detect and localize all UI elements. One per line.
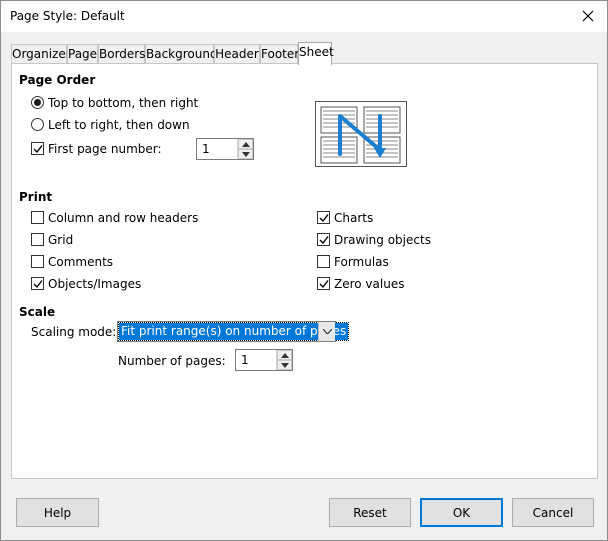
checkmark-icon — [33, 280, 43, 289]
reset-button[interactable]: Reset — [329, 498, 411, 527]
zero-values-label[interactable]: Zero values — [334, 277, 404, 291]
spin-down-button[interactable] — [238, 149, 253, 159]
spin-up-button[interactable] — [238, 139, 253, 149]
drawing-objects-checkbox[interactable] — [317, 233, 330, 246]
spin-up-icon — [242, 142, 250, 147]
tab-background[interactable]: Background — [145, 44, 218, 64]
formulas-label[interactable]: Formulas — [334, 255, 389, 269]
top-to-bottom-label[interactable]: Top to bottom, then right — [48, 96, 198, 110]
spin-down-icon — [242, 152, 250, 157]
checkmark-icon — [319, 280, 329, 289]
number-of-pages-spinner[interactable]: 1 — [235, 349, 293, 371]
page-order-preview — [315, 101, 407, 167]
spin-up-icon — [281, 353, 289, 358]
scaling-mode-value[interactable]: Fit print range(s) on number of pages — [117, 322, 350, 341]
page-order-heading: Page Order — [19, 73, 96, 87]
page-style-dialog: Page Style: Default Organizer Page Borde… — [0, 0, 608, 541]
close-button[interactable] — [575, 4, 601, 28]
tab-page[interactable]: Page — [67, 44, 98, 64]
grid-label[interactable]: Grid — [48, 233, 73, 247]
top-to-bottom-radio[interactable] — [31, 96, 44, 109]
checkmark-icon — [319, 214, 329, 223]
first-page-number-spinner[interactable]: 1 — [196, 138, 254, 160]
checkmark-icon — [33, 145, 43, 154]
checkmark-icon — [319, 236, 329, 245]
print-heading: Print — [19, 190, 53, 204]
first-page-number-value[interactable]: 1 — [202, 142, 210, 156]
scaling-mode-label: Scaling mode: — [31, 325, 117, 339]
spin-down-icon — [281, 363, 289, 368]
chevron-down-icon — [323, 329, 332, 334]
zero-values-checkbox[interactable] — [317, 277, 330, 290]
spin-up-button[interactable] — [277, 350, 292, 360]
tab-organizer[interactable]: Organizer — [11, 44, 71, 64]
objects-images-checkbox[interactable] — [31, 277, 44, 290]
number-of-pages-label: Number of pages: — [118, 354, 226, 368]
first-page-number-label[interactable]: First page number: — [48, 142, 162, 156]
formulas-checkbox[interactable] — [317, 255, 330, 268]
number-of-pages-value[interactable]: 1 — [241, 353, 249, 367]
ok-button[interactable]: OK — [420, 498, 503, 527]
objects-images-label[interactable]: Objects/Images — [48, 277, 141, 291]
title-bar: Page Style: Default — [1, 1, 607, 32]
left-to-right-label[interactable]: Left to right, then down — [48, 118, 190, 132]
drawing-objects-label[interactable]: Drawing objects — [334, 233, 431, 247]
tab-header[interactable]: Header — [214, 44, 260, 64]
help-button[interactable]: Help — [16, 498, 99, 527]
scaling-mode-dropdown[interactable]: Fit print range(s) on number of pages — [117, 321, 350, 342]
close-icon — [582, 10, 594, 22]
first-page-number-checkbox[interactable] — [31, 142, 44, 155]
cancel-button[interactable]: Cancel — [512, 498, 594, 527]
tab-sheet[interactable]: Sheet — [298, 42, 334, 65]
tab-footer[interactable]: Footer — [260, 44, 299, 64]
scale-heading: Scale — [19, 305, 56, 319]
grid-checkbox[interactable] — [31, 233, 44, 246]
column-row-headers-checkbox[interactable] — [31, 211, 44, 224]
window-title: Page Style: Default — [10, 9, 125, 23]
comments-label[interactable]: Comments — [48, 255, 113, 269]
left-to-right-radio[interactable] — [31, 118, 44, 131]
charts-checkbox[interactable] — [317, 211, 330, 224]
comments-checkbox[interactable] — [31, 255, 44, 268]
tab-borders[interactable]: Borders — [98, 44, 145, 64]
column-row-headers-label[interactable]: Column and row headers — [48, 211, 198, 225]
charts-label[interactable]: Charts — [334, 211, 373, 225]
page-order-preview-icon — [320, 106, 401, 164]
spin-down-button[interactable] — [277, 360, 292, 370]
scaling-mode-dropdown-button[interactable] — [318, 322, 335, 341]
